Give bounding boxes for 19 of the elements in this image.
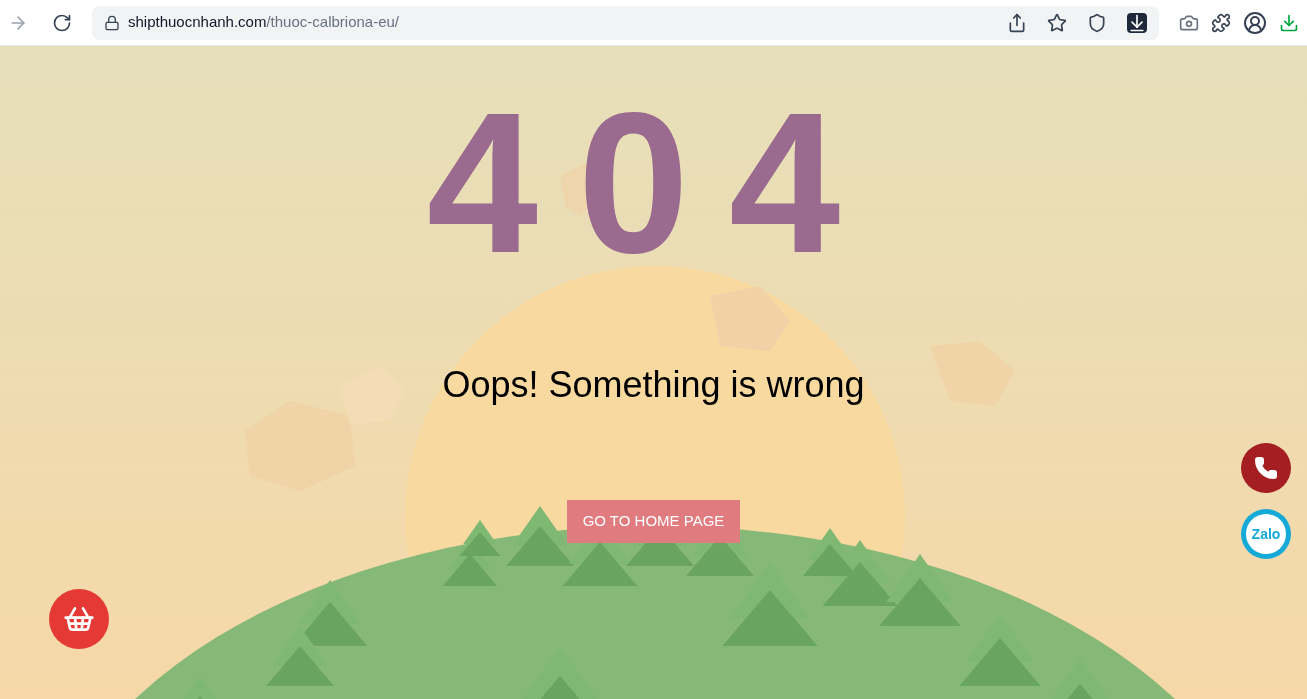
error-message: Oops! Something is wrong	[442, 363, 865, 407]
lock-icon	[104, 14, 120, 31]
shield-icon[interactable]	[1087, 12, 1107, 33]
url-host: shipthuocnhanh.com	[128, 12, 267, 33]
zalo-button[interactable]: Zalo	[1241, 509, 1291, 559]
cart-button[interactable]	[49, 589, 109, 649]
address-bar[interactable]: shipthuocnhanh.com/thuoc-calbriona-eu/	[92, 5, 1159, 40]
reload-icon[interactable]	[52, 12, 72, 33]
profile-icon[interactable]	[1243, 10, 1267, 35]
download-box-icon[interactable]	[1127, 12, 1147, 33]
share-icon[interactable]	[1007, 12, 1027, 33]
bookmark-star-icon[interactable]	[1047, 12, 1067, 33]
extensions-icon[interactable]	[1211, 12, 1231, 33]
error-code: 404	[426, 98, 881, 268]
home-button[interactable]: GO TO HOME PAGE	[566, 500, 741, 543]
url-path: /thuoc-calbriona-eu/	[266, 12, 399, 33]
phone-icon	[1254, 456, 1278, 480]
phone-button[interactable]	[1241, 443, 1291, 493]
download-icon[interactable]	[1279, 12, 1299, 33]
